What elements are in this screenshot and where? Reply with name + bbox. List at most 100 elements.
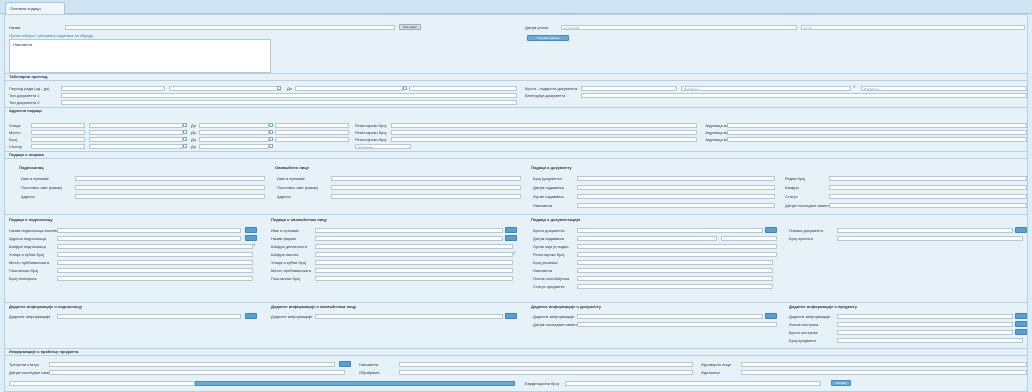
addr-reg-input[interactable] [391, 123, 697, 128]
s4-input[interactable] [837, 338, 1023, 343]
top-textarea[interactable]: Напомена [9, 39, 271, 73]
tab-row1-input-b[interactable] [169, 86, 281, 91]
top-input[interactable] [65, 25, 395, 30]
l2-input[interactable] [315, 244, 513, 249]
s3-input[interactable] [577, 322, 777, 327]
addr-input[interactable] [275, 123, 349, 128]
final-left-input[interactable] [49, 362, 335, 367]
s2-input[interactable] [315, 314, 503, 319]
col2-input[interactable] [331, 194, 521, 199]
addr-right-input[interactable] [727, 123, 1027, 128]
l4-input[interactable] [837, 236, 1023, 241]
l1-add-button[interactable] [245, 227, 257, 233]
addr-extra-input[interactable]: Напомена... [355, 144, 411, 149]
l3-input[interactable] [577, 236, 717, 241]
addr-check[interactable] [269, 123, 273, 127]
final-bottom-input[interactable] [565, 381, 821, 386]
addr-reg-input[interactable] [391, 130, 697, 135]
l1-input[interactable] [57, 244, 253, 249]
tab-right1-input[interactable] [581, 86, 677, 91]
l1-input[interactable] [57, 260, 253, 265]
tab-row1-check2[interactable] [403, 86, 407, 90]
final-bottom-left-input[interactable] [9, 381, 195, 386]
addr-input[interactable] [31, 144, 85, 149]
addr-input[interactable] [89, 123, 183, 128]
col3-input[interactable] [577, 185, 775, 190]
l3-add-button[interactable] [765, 227, 777, 233]
s4-input[interactable] [837, 322, 1013, 327]
l2-input[interactable] [315, 260, 513, 265]
final-right-input[interactable] [741, 370, 1027, 375]
addr-check[interactable] [269, 137, 273, 141]
tab-row1-check[interactable] [277, 86, 281, 90]
tab-main[interactable]: Основни подаци [5, 2, 65, 14]
tab-row1-input-c[interactable] [295, 86, 403, 91]
addr-input[interactable] [89, 137, 183, 142]
right-top-input[interactable]: 12.04.2018 [561, 25, 797, 30]
addr-check[interactable] [183, 130, 187, 134]
s4-input[interactable] [837, 314, 1013, 319]
addr-input[interactable] [31, 123, 85, 128]
l3-input-small[interactable] [721, 236, 777, 241]
s2-add-button[interactable] [505, 313, 517, 319]
addr-input[interactable] [199, 123, 269, 128]
addr-input[interactable] [275, 137, 349, 142]
s1-add-button[interactable] [245, 313, 257, 319]
col1-input[interactable] [75, 185, 265, 190]
search-button[interactable]: Претражи [399, 24, 421, 30]
addr-input[interactable] [89, 130, 183, 135]
addr-right-input[interactable] [727, 130, 1027, 135]
final-left-input[interactable] [49, 370, 345, 375]
l1-input[interactable] [57, 268, 253, 273]
s3-input[interactable] [577, 314, 763, 319]
s1-input[interactable] [57, 314, 241, 319]
s4-input[interactable] [837, 330, 1013, 335]
l2-add-button[interactable] [505, 235, 517, 241]
right-top-small-input[interactable]: 10:15 [801, 25, 1025, 30]
l4-add-button[interactable] [1015, 227, 1027, 233]
s4-add-button[interactable] [1015, 321, 1027, 327]
l3-input[interactable] [577, 268, 773, 273]
s4-add-button[interactable] [1015, 313, 1027, 319]
addr-input[interactable] [89, 144, 183, 149]
addr-check[interactable] [269, 144, 273, 148]
s3-add-button[interactable] [765, 313, 777, 319]
l2-input[interactable] [315, 236, 503, 241]
addr-check[interactable] [269, 130, 273, 134]
final-add-button[interactable] [339, 361, 351, 367]
col4-input[interactable] [829, 185, 1027, 190]
col4-input[interactable] [829, 176, 1027, 181]
l1-input[interactable] [57, 276, 253, 281]
col3-input[interactable] [577, 203, 775, 208]
final-right-input[interactable] [741, 362, 1027, 367]
addr-input[interactable] [31, 130, 85, 135]
col4-input[interactable] [829, 203, 1027, 208]
addr-check[interactable] [183, 144, 187, 148]
addr-check[interactable] [183, 123, 187, 127]
l1-input[interactable] [57, 236, 241, 241]
col2-input[interactable] [331, 176, 521, 181]
final-mid-input[interactable] [399, 370, 693, 375]
col2-input[interactable] [331, 185, 521, 190]
l2-input[interactable] [315, 276, 513, 281]
addr-input[interactable] [199, 144, 269, 149]
tab-row3-input[interactable] [61, 100, 517, 105]
l3-input[interactable] [577, 276, 773, 281]
tab-right1-select[interactable]: Изаберите... [681, 86, 851, 91]
addr-right-input[interactable] [727, 137, 1027, 142]
save-data-button[interactable]: Сачувај податке [527, 35, 569, 41]
addr-input[interactable] [199, 137, 269, 142]
l2-add-button[interactable] [505, 227, 517, 233]
addr-check[interactable] [183, 137, 187, 141]
tab-row2-input[interactable] [61, 93, 517, 98]
l3-input[interactable] [577, 244, 777, 249]
addr-input[interactable] [31, 137, 85, 142]
l1-add-button[interactable] [245, 235, 257, 241]
top-link[interactable]: Путем избора / уношења података за обрад… [9, 33, 93, 38]
col4-input[interactable] [829, 194, 1027, 199]
final-save-button[interactable]: Сачувај [831, 380, 851, 386]
l3-input[interactable] [577, 260, 773, 265]
s4-add-button[interactable] [1015, 329, 1027, 335]
col3-input[interactable] [577, 176, 775, 181]
l2-input[interactable] [315, 228, 503, 233]
